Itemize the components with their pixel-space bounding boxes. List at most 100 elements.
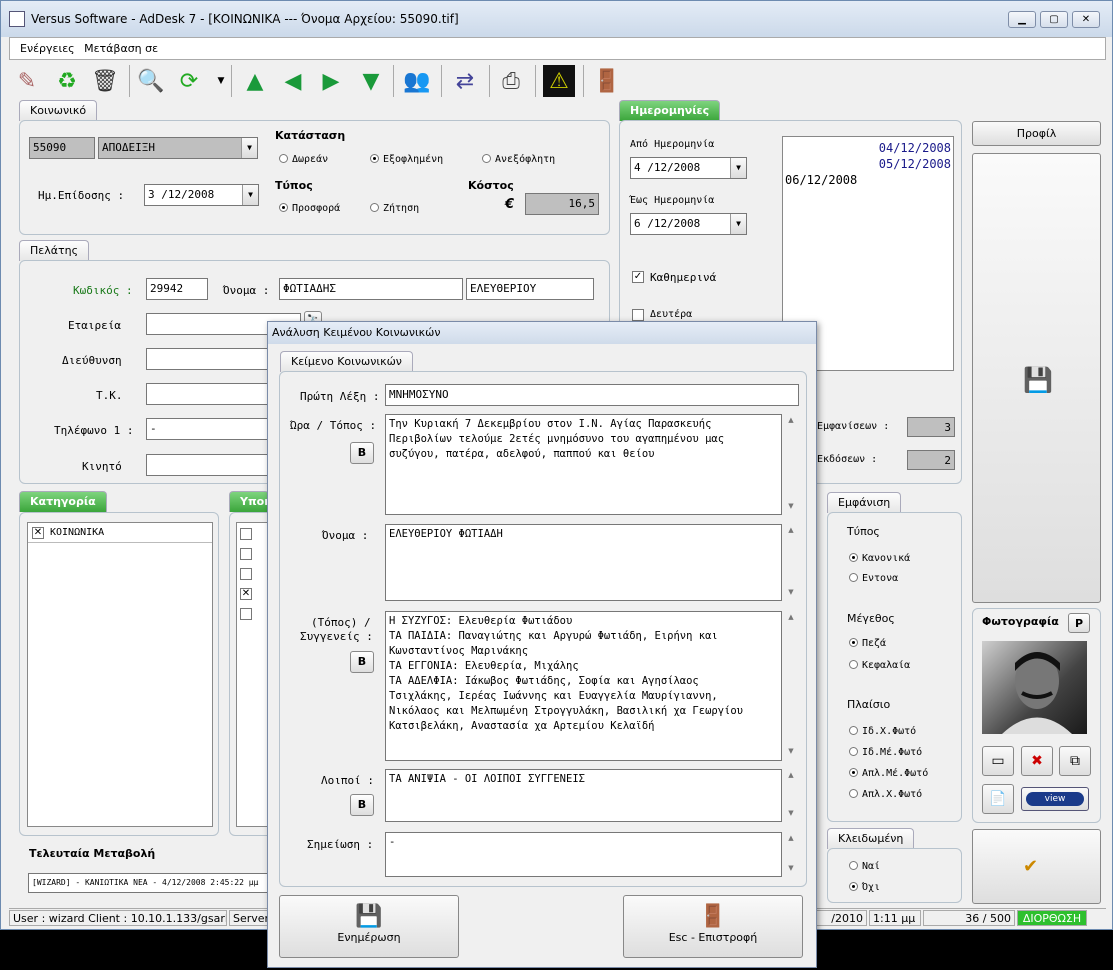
search-icon[interactable]: 🔍 bbox=[135, 65, 167, 97]
next-record-icon[interactable]: ▶ bbox=[315, 65, 347, 97]
others-scrollbar[interactable]: ▲ ▼ bbox=[784, 769, 798, 822]
category-checkbox[interactable]: ✕ bbox=[32, 527, 44, 539]
update-button[interactable]: 💾 Ενημέρωση bbox=[279, 895, 459, 958]
from-date-picker[interactable]: 4 /12/2008 ▼ bbox=[630, 157, 747, 179]
monday-checkbox[interactable] bbox=[632, 309, 644, 321]
status-paid-label: Εξοφλημένη bbox=[383, 154, 444, 165]
view-button[interactable]: view bbox=[1021, 787, 1089, 811]
tab-social[interactable]: Κοινωνικό bbox=[19, 100, 98, 121]
spellcheck-button[interactable]: ✔ bbox=[972, 829, 1101, 904]
recycle-icon[interactable]: ♻ bbox=[51, 65, 83, 97]
delete-photo-icon[interactable]: ✖ bbox=[1021, 746, 1053, 776]
close-button[interactable]: ✕ bbox=[1072, 11, 1100, 28]
bold-button[interactable]: B bbox=[350, 651, 374, 673]
time-place-textarea[interactable]: Την Κυριακή 7 Δεκεμβρίου στον Ι.Ν. Αγίας… bbox=[385, 414, 782, 515]
exit-door-icon: 🚪 bbox=[699, 904, 727, 929]
minimize-button[interactable]: ▁ bbox=[1008, 11, 1036, 28]
note-textarea[interactable]: - bbox=[385, 832, 782, 877]
issue-date-picker[interactable]: 3 /12/2008 ▼ bbox=[144, 184, 259, 206]
frame-option-1-radio[interactable]: Ιδ.Χ.Φωτό bbox=[849, 726, 916, 737]
time-place-scrollbar[interactable]: ▲ ▼ bbox=[784, 414, 798, 515]
new-document-icon[interactable]: ✎ bbox=[11, 65, 43, 97]
export-icon[interactable]: ⇄ bbox=[449, 65, 481, 97]
daily-checkbox[interactable]: ✓ bbox=[632, 271, 644, 283]
phone-field[interactable]: - bbox=[146, 418, 276, 440]
size-lower-radio[interactable]: Πεζά bbox=[849, 638, 886, 649]
tab-locked[interactable]: Κλειδωμένη bbox=[827, 828, 915, 849]
tab-social-text[interactable]: Κείμενο Κοινωνικών bbox=[280, 351, 413, 372]
locked-no-radio[interactable]: Όχι bbox=[849, 882, 880, 893]
client-code-label: Κωδικός : bbox=[73, 284, 133, 297]
tab-dates[interactable]: Ημερομηνίες bbox=[619, 100, 721, 121]
exit-door-icon[interactable]: 🚪 bbox=[591, 65, 623, 97]
from-date-label: Από Ημερομηνία bbox=[630, 139, 715, 150]
window-icon[interactable]: ▭ bbox=[982, 746, 1014, 776]
status-unpaid-label: Ανεξόφλητη bbox=[495, 154, 556, 165]
menu-actions[interactable]: Ενέργειες bbox=[20, 42, 75, 55]
address-label: Διεύθυνση bbox=[62, 354, 122, 367]
list-item[interactable]: 05/12/2008 bbox=[879, 157, 951, 171]
first-word-field[interactable]: ΜΝΗΜΟΣΥΝΟ bbox=[385, 384, 799, 406]
surname-field[interactable]: ΦΩΤΙΑΔΗΣ bbox=[279, 278, 463, 300]
return-button[interactable]: 🚪 Esc - Επιστροφή bbox=[623, 895, 803, 958]
subcategory-checkbox[interactable] bbox=[240, 548, 252, 560]
status-unpaid-radio[interactable]: Ανεξόφλητη bbox=[482, 154, 555, 165]
last-record-icon[interactable]: ▼ bbox=[355, 65, 387, 97]
display-normal-radio[interactable]: Κανονικά bbox=[849, 553, 910, 564]
tab-display[interactable]: Εμφάνιση bbox=[827, 492, 902, 513]
type-offer-radio[interactable]: Προσφορά bbox=[279, 203, 340, 214]
frame-option-2-radio[interactable]: Ιδ.Μέ.Φωτό bbox=[849, 747, 922, 758]
copy-photo-icon[interactable]: ⧉ bbox=[1059, 746, 1091, 776]
doc-type-select[interactable]: ΑΠΟΔΕΙΞΗ ▼ bbox=[98, 137, 258, 159]
name-scrollbar[interactable]: ▲ ▼ bbox=[784, 524, 798, 601]
subcategory-checkbox[interactable] bbox=[240, 528, 252, 540]
trash-icon[interactable]: 🗑 bbox=[89, 65, 121, 97]
profile-button[interactable]: Προφίλ bbox=[972, 121, 1101, 146]
subcategory-checkbox[interactable] bbox=[240, 568, 252, 580]
warning-icon[interactable]: ⚠ bbox=[543, 65, 575, 97]
code-field[interactable]: 55090 bbox=[29, 137, 95, 159]
list-item[interactable]: 04/12/2008 bbox=[879, 141, 951, 155]
bold-button[interactable]: B bbox=[350, 794, 374, 816]
display-bold-radio[interactable]: Εντονα bbox=[849, 573, 898, 584]
maximize-button[interactable]: ▢ bbox=[1040, 11, 1068, 28]
to-date-picker[interactable]: 6 /12/2008 ▼ bbox=[630, 213, 747, 235]
client-code-field[interactable]: 29942 bbox=[146, 278, 208, 300]
size-upper-radio[interactable]: Κεφαλαία bbox=[849, 660, 910, 671]
cost-field[interactable]: 16,5 bbox=[525, 193, 599, 215]
type-demand-radio[interactable]: Ζήτηση bbox=[370, 203, 419, 214]
zip-field[interactable] bbox=[146, 383, 276, 405]
subcategory-checkbox[interactable] bbox=[240, 608, 252, 620]
save-side-button[interactable]: 💾 bbox=[972, 153, 1101, 603]
pdf-icon[interactable]: 📄 bbox=[982, 784, 1014, 814]
doc-type-value: ΑΠΟΔΕΙΞΗ bbox=[102, 141, 155, 154]
previous-record-icon[interactable]: ◀ bbox=[277, 65, 309, 97]
address-field[interactable] bbox=[146, 348, 276, 370]
frame-option-3-radio[interactable]: Απλ.Μέ.Φωτό bbox=[849, 768, 928, 779]
relatives-scrollbar[interactable]: ▲ ▼ bbox=[784, 611, 798, 761]
list-item[interactable]: 06/12/2008 bbox=[785, 173, 857, 187]
bold-button[interactable]: B bbox=[350, 442, 374, 464]
mobile-field[interactable] bbox=[146, 454, 276, 476]
refresh-icon[interactable]: ⟳ bbox=[173, 65, 205, 97]
name-textarea[interactable]: ΕΛΕΥΘΕΡΙΟΥ ΦΩΤΙΑΔΗ bbox=[385, 524, 782, 601]
frame-option-4-radio[interactable]: Απλ.Χ.Φωτό bbox=[849, 789, 922, 800]
others-textarea[interactable]: ΤΑ ΑΝΙΨΙΑ - ΟΙ ΛΟΙΠΟΙ ΣΥΓΓΕΝΕΙΣ bbox=[385, 769, 782, 822]
tab-category[interactable]: Κατηγορία bbox=[19, 491, 107, 512]
status-paid-radio[interactable]: Εξοφλημένη bbox=[370, 154, 443, 165]
subcategory-checkbox[interactable]: ✕ bbox=[240, 588, 252, 600]
print-icon[interactable]: ⎙ bbox=[495, 65, 527, 97]
tab-client[interactable]: Πελάτης bbox=[19, 240, 90, 261]
photo-p-button[interactable]: P bbox=[1068, 613, 1090, 633]
first-record-icon[interactable]: ▲ bbox=[239, 65, 271, 97]
list-item[interactable]: ✕ ΚΟΙΝΩΝΙΚΑ bbox=[28, 523, 212, 543]
tab-subcategory[interactable]: Υποκ bbox=[229, 491, 269, 512]
status-free-radio[interactable]: Δωρεάν bbox=[279, 154, 328, 165]
users-icon[interactable]: 👥 bbox=[401, 65, 433, 97]
refresh-dropdown-icon[interactable]: ▼ bbox=[205, 65, 237, 97]
relatives-textarea[interactable]: Η ΣΥΖΥΓΟΣ: Ελευθερία Φωτιάδου ΤΑ ΠΑΙΔΙΑ:… bbox=[385, 611, 782, 761]
menu-goto[interactable]: Μετάβαση σε bbox=[84, 42, 158, 55]
note-scrollbar[interactable]: ▲ ▼ bbox=[784, 832, 798, 877]
locked-yes-radio[interactable]: Ναί bbox=[849, 861, 880, 872]
firstname-field[interactable]: ΕΛΕΥΘΕΡΙΟΥ bbox=[466, 278, 594, 300]
